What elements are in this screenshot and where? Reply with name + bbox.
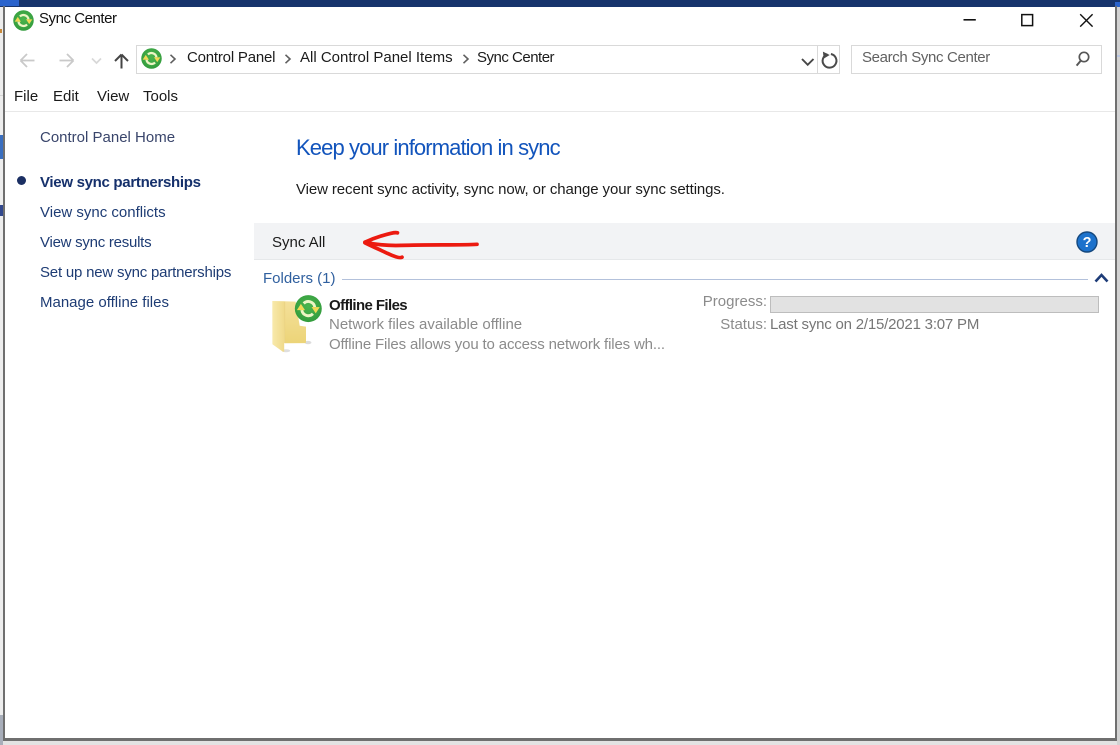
svg-text:?: ? (1083, 235, 1092, 251)
